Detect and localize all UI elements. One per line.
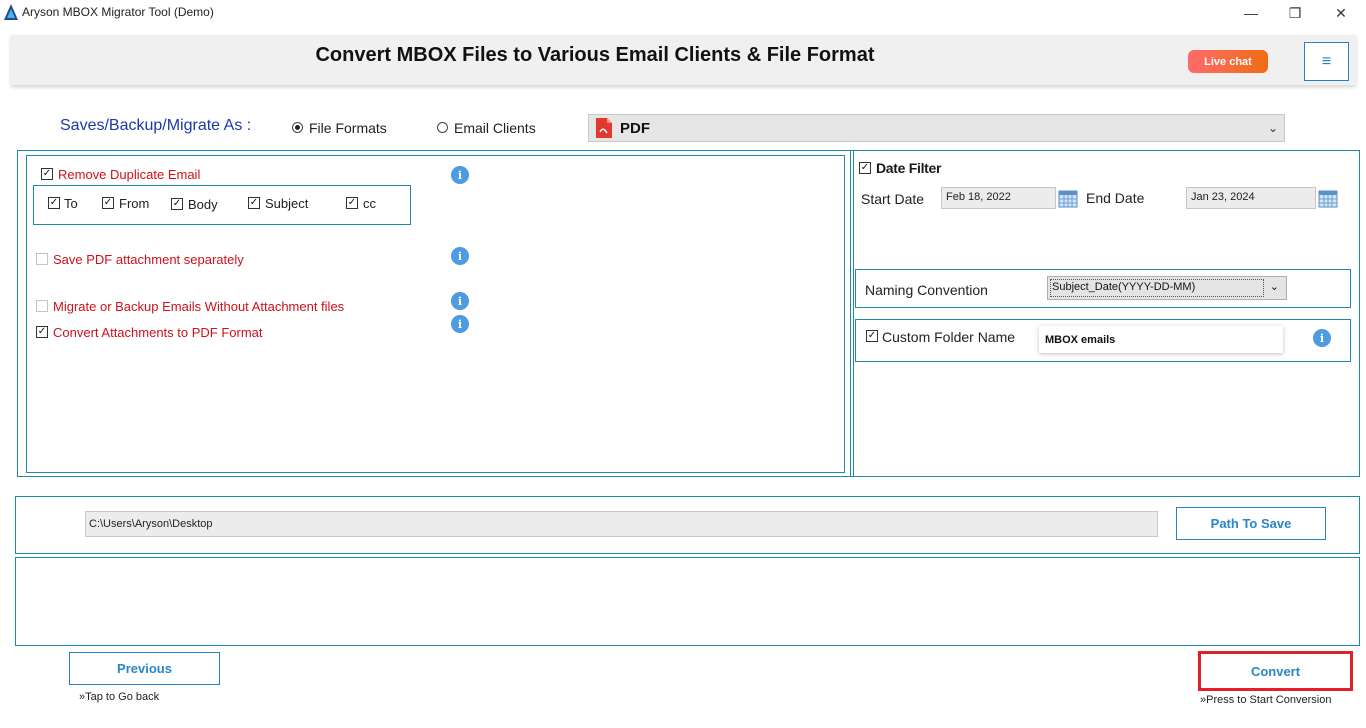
page-title: Convert MBOX Files to Various Email Clie…: [315, 44, 875, 66]
field-cc-label: cc: [363, 196, 376, 211]
radio-file-formats-label: File Formats: [309, 120, 387, 136]
field-body-label: Body: [188, 197, 218, 212]
title-bar: Aryson MBOX Migrator Tool (Demo) — ❐ ✕: [0, 0, 1366, 26]
window-title: Aryson MBOX Migrator Tool (Demo): [22, 5, 214, 19]
log-area: [15, 557, 1360, 646]
end-date-input[interactable]: Jan 23, 2024: [1186, 187, 1316, 209]
field-to-checkbox[interactable]: ✓: [48, 197, 60, 209]
date-filter-checkbox[interactable]: ✓: [859, 162, 871, 174]
path-to-save-button[interactable]: Path To Save: [1176, 507, 1326, 540]
hamburger-menu-button[interactable]: ≡: [1304, 42, 1349, 81]
live-chat-button[interactable]: Live chat: [1188, 50, 1268, 73]
field-subject-label: Subject: [265, 196, 309, 211]
format-value: PDF: [620, 120, 650, 137]
info-icon[interactable]: i: [451, 315, 469, 333]
custom-folder-input[interactable]: MBOX emails: [1039, 326, 1283, 353]
menu-icon: ≡: [1321, 52, 1332, 70]
start-date-label: Start Date: [861, 191, 925, 207]
custom-folder-checkbox[interactable]: ✓: [866, 330, 878, 342]
minimize-button[interactable]: —: [1228, 0, 1274, 26]
pdf-icon: [596, 118, 612, 138]
without-attachment-checkbox[interactable]: [36, 300, 48, 312]
save-as-label: Saves/Backup/Migrate As :: [60, 117, 252, 134]
app-logo-icon: [4, 4, 18, 20]
convert-attachments-label: Convert Attachments to PDF Format: [53, 325, 263, 340]
field-to-label: To: [64, 196, 78, 211]
destination-path-input[interactable]: C:\Users\Aryson\Desktop: [85, 511, 1158, 537]
radio-email-clients-label: Email Clients: [454, 120, 536, 136]
naming-convention-dropdown[interactable]: Subject_Date(YYYY-DD-MM) ⌄: [1047, 276, 1287, 300]
radio-selected-icon: [292, 122, 303, 133]
save-pdf-attachment-label: Save PDF attachment separately: [53, 252, 244, 267]
chevron-down-icon: ⌄: [1269, 281, 1279, 293]
field-subject-checkbox[interactable]: ✓: [248, 197, 260, 209]
chevron-down-icon: ⌄: [1268, 121, 1279, 135]
field-from-checkbox[interactable]: ✓: [102, 197, 114, 209]
convert-attachments-checkbox[interactable]: ✓: [36, 326, 48, 338]
convert-button[interactable]: Convert: [1202, 655, 1349, 687]
maximize-button[interactable]: ❐: [1272, 0, 1318, 26]
info-icon[interactable]: i: [451, 166, 469, 184]
date-filter-label: Date Filter: [876, 160, 942, 176]
info-icon[interactable]: i: [1313, 329, 1331, 347]
close-button[interactable]: ✕: [1318, 0, 1364, 26]
naming-convention-label: Naming Convention: [865, 282, 988, 298]
custom-folder-label: Custom Folder Name: [882, 329, 1016, 345]
previous-button[interactable]: Previous: [69, 652, 220, 685]
info-icon[interactable]: i: [451, 292, 469, 310]
field-from-label: From: [119, 196, 150, 211]
calendar-icon[interactable]: [1058, 188, 1078, 208]
end-date-label: End Date: [1086, 190, 1145, 206]
previous-hint: »Tap to Go back: [79, 691, 160, 703]
field-cc-checkbox[interactable]: ✓: [346, 197, 358, 209]
radio-unselected-icon: [437, 122, 448, 133]
radio-file-formats[interactable]: [292, 122, 303, 133]
radio-email-clients[interactable]: [437, 122, 448, 133]
info-icon[interactable]: i: [451, 247, 469, 265]
format-dropdown[interactable]: [588, 114, 1285, 142]
without-attachment-label: Migrate or Backup Emails Without Attachm…: [53, 299, 345, 314]
field-body-checkbox[interactable]: ✓: [171, 198, 183, 210]
start-date-input[interactable]: Feb 18, 2022: [941, 187, 1056, 209]
save-pdf-attachment-checkbox[interactable]: [36, 253, 48, 265]
remove-duplicate-label: Remove Duplicate Email: [58, 167, 201, 182]
calendar-icon[interactable]: [1318, 188, 1338, 208]
convert-hint: »Press to Start Conversion: [1200, 694, 1332, 706]
remove-duplicate-checkbox[interactable]: ✓: [41, 168, 53, 180]
